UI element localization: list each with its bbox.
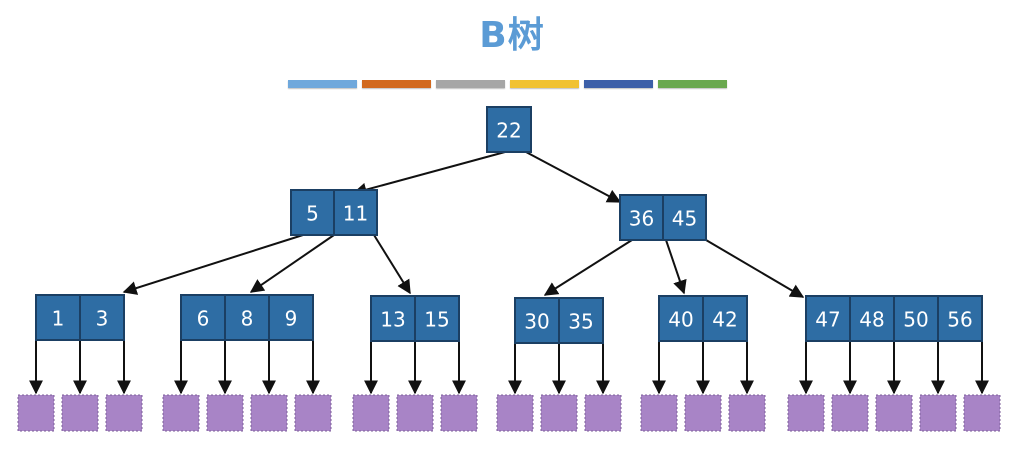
key-label: 22 [496,119,521,143]
leaf-node [206,394,244,432]
tree-edge [525,151,622,203]
bottom-node: 6 8 9 [180,294,314,341]
leaf-node [440,394,478,432]
bottom-node: 13 15 [370,295,460,342]
leaf-node [162,394,200,432]
key-label: 6 [197,307,210,331]
key-label: 9 [285,307,298,331]
leaf-node [496,394,534,432]
bottom-node: 40 42 [658,295,748,342]
leaf-node [640,394,678,432]
root-node: 22 [486,106,532,153]
bottom-node: 13 [35,294,125,341]
bottom-node: 30 35 [514,297,604,344]
tree-edge [352,151,506,197]
key-label: 42 [712,308,737,332]
tree-edge [373,234,411,295]
leaf-node [352,394,390,432]
internal-nodes: 225 11 36 451 3 6 8 9 13 15 30 35 40 42 47 48 50 56 [35,106,983,344]
key-label: 5 [306,202,319,226]
b-tree-diagram: 225 11 36 451 3 6 8 9 13 15 30 35 40 42 47 48 50 56 [17,106,1001,432]
tree-edge [122,234,304,295]
edges [29,151,989,395]
tree-edge [543,239,633,296]
leaf-node [396,394,434,432]
tree-edge [705,239,805,298]
key-label: 40 [668,308,693,332]
leaf-node [831,394,869,432]
internal-node: 5 11 [290,189,378,236]
key-label: 15 [424,308,449,332]
leaf-node [963,394,1001,432]
internal-node: 36 45 [619,194,707,241]
key-label: 11 [343,202,368,226]
key-label: 1 [52,307,65,331]
leaf-node [684,394,722,432]
leaf-node [584,394,622,432]
leaf-node [875,394,913,432]
leaf-node [105,394,143,432]
leaf-node [919,394,957,432]
key-label: 50 [903,308,928,332]
leaf-node [294,394,332,432]
key-label: 30 [524,310,549,334]
bottom-node: 47 48 50 56 [805,295,983,342]
key-label: 8 [241,307,254,331]
key-label: 3 [96,307,109,331]
leaf-node [17,394,55,432]
key-label: 56 [947,308,972,332]
leaf-node [61,394,99,432]
leaf-node [728,394,766,432]
tree-edge [249,234,335,293]
leaf-nodes [17,394,1001,432]
leaf-node [787,394,825,432]
key-label: 13 [380,308,405,332]
key-label: 35 [568,310,593,334]
key-label: 36 [629,207,654,231]
leaf-node [540,394,578,432]
key-label: 47 [815,308,840,332]
key-label: 45 [672,207,697,231]
tree-edge [665,239,687,295]
b-tree-figure: B树 22 5 11 36 45 1 3 6 8 9 13 15 30 35 40 42 47 48 50 56 [0,0,1024,457]
leaf-node [250,394,288,432]
key-label: 48 [859,308,884,332]
